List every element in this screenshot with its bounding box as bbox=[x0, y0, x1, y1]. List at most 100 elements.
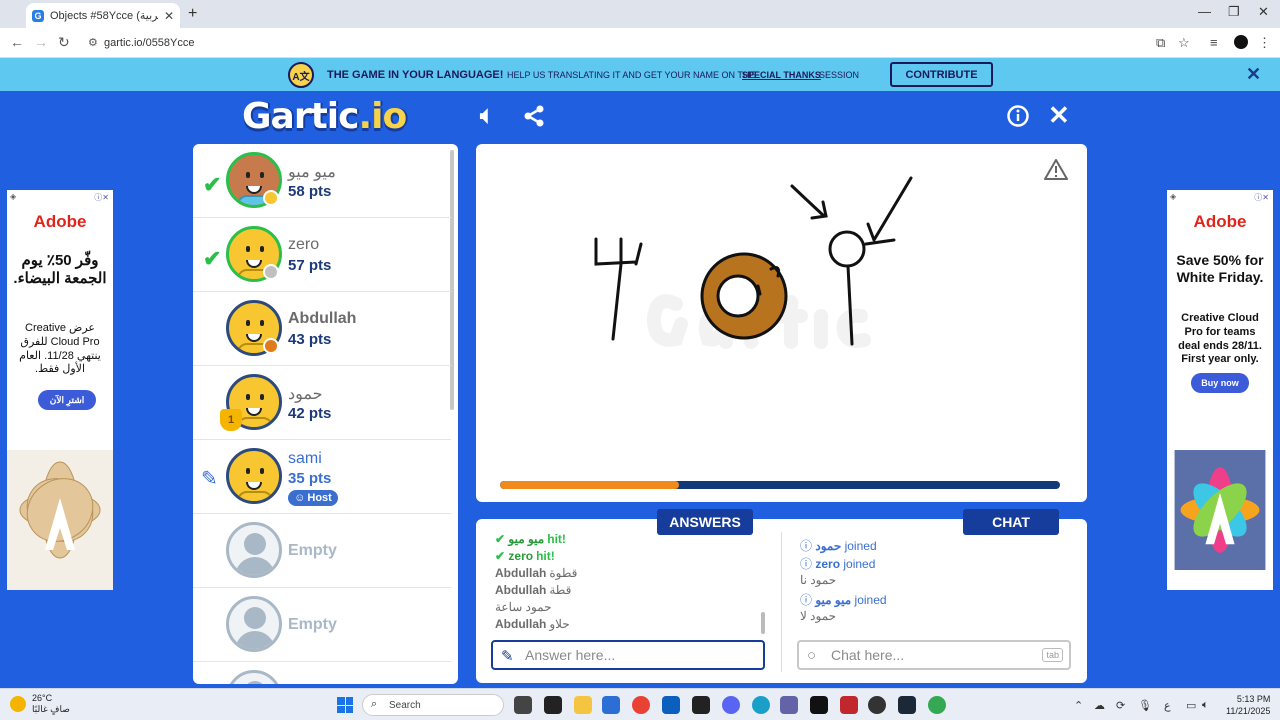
share-icon[interactable] bbox=[522, 104, 546, 128]
answer-row: Abdullah حلاو bbox=[495, 617, 765, 634]
report-warning-icon[interactable] bbox=[1044, 158, 1068, 180]
chat-input[interactable]: ○ Chat here... tab bbox=[797, 640, 1071, 670]
roblox-icon[interactable] bbox=[840, 696, 858, 714]
teams-icon[interactable] bbox=[780, 696, 798, 714]
forward-icon[interactable]: → bbox=[34, 34, 48, 50]
profile-avatar[interactable] bbox=[1234, 35, 1248, 49]
chat-author: حمود bbox=[815, 539, 842, 553]
sound-icon[interactable]: 🔈︎ bbox=[480, 102, 494, 130]
player-points: 43 pts bbox=[288, 331, 332, 348]
onedrive-icon[interactable]: ☁ bbox=[1094, 699, 1105, 712]
player-row: 1 حمود 42 pts bbox=[193, 366, 451, 440]
windows-start-icon[interactable] bbox=[337, 697, 353, 713]
panel-divider bbox=[781, 532, 782, 672]
answer-text: hit! bbox=[547, 532, 566, 546]
empty-slot: Empty bbox=[193, 588, 451, 662]
ad-shield-icon: ◈ bbox=[10, 192, 17, 201]
gartic-logo[interactable]: Gartic.io bbox=[242, 96, 407, 137]
weather-widget[interactable]: 26°C صافٍ غالبًا bbox=[10, 693, 70, 715]
minimize-icon[interactable]: — bbox=[1198, 4, 1211, 19]
chat-author: ميو ميو bbox=[815, 593, 852, 607]
adchoices-icon[interactable]: ⓘ✕ bbox=[94, 192, 109, 203]
answer-author: ميو ميو bbox=[508, 532, 545, 546]
player-badge-dot bbox=[263, 264, 279, 280]
ad-buy-button[interactable]: Buy now bbox=[1191, 373, 1249, 393]
url-field[interactable]: ⚙ gartic.io/0558Ycce bbox=[84, 32, 1204, 54]
outlook-icon[interactable] bbox=[662, 696, 680, 714]
url-text: gartic.io/0558Ycce bbox=[104, 37, 195, 49]
answer-text: حلاو bbox=[549, 617, 570, 631]
chat-header: CHAT bbox=[963, 509, 1059, 535]
exit-icon[interactable]: ✕ bbox=[1048, 100, 1070, 131]
chat-row: حمود نا bbox=[800, 573, 1070, 591]
translation-banner: A文 THE GAME IN YOUR LANGUAGE! HELP US TR… bbox=[0, 58, 1280, 91]
media-control-icon[interactable]: ≡ bbox=[1210, 35, 1218, 50]
search-icon: ⌕ bbox=[371, 698, 378, 710]
taskbar-search[interactable]: ⌕ Search bbox=[362, 694, 504, 716]
info-icon[interactable] bbox=[1007, 105, 1029, 127]
tray-overflow-icon[interactable]: ⌃ bbox=[1074, 699, 1083, 712]
answer-author: zero bbox=[508, 549, 534, 563]
obs-icon[interactable] bbox=[868, 696, 886, 714]
player-name: sami bbox=[288, 450, 322, 467]
epic-games-icon[interactable] bbox=[692, 696, 710, 714]
ad-body: Creative Cloud Pro for teams deal ends 2… bbox=[1178, 312, 1262, 366]
contribute-button[interactable]: CONTRIBUTE bbox=[890, 62, 993, 87]
close-tab-icon[interactable]: ✕ bbox=[164, 9, 174, 23]
chat-text: joined bbox=[854, 593, 887, 607]
answers-scrollbar[interactable] bbox=[761, 612, 765, 634]
drawing-canvas[interactable] bbox=[476, 144, 1087, 502]
chrome-icon[interactable] bbox=[632, 696, 650, 714]
discord-icon[interactable] bbox=[722, 696, 740, 714]
guessed-check-icon: ✔ bbox=[203, 246, 222, 271]
capcut-icon[interactable] bbox=[544, 696, 562, 714]
empty-label: Empty bbox=[288, 542, 337, 559]
windows-taskbar: 26°C صافٍ غالبًا ⌕ Search ⌃ ☁ ⟳ 🎙︎ ع ▭ 🔈︎… bbox=[0, 688, 1280, 720]
restore-icon[interactable]: ❐ bbox=[1228, 4, 1240, 20]
reload-icon[interactable]: ↻ bbox=[58, 34, 70, 51]
network-icon[interactable]: ▭ bbox=[1186, 699, 1196, 712]
guessed-check-icon: ✔ bbox=[203, 172, 222, 197]
close-banner-icon[interactable]: ✕ bbox=[1246, 64, 1261, 85]
edge-icon[interactable] bbox=[752, 696, 770, 714]
answer-placeholder: Answer here... bbox=[525, 647, 616, 663]
banner-text-after: SESSION bbox=[819, 70, 860, 80]
steam-icon[interactable] bbox=[898, 696, 916, 714]
browser-tab[interactable]: G Objects #58Ycce (العربية) - Gartic ✕ bbox=[26, 3, 180, 28]
back-icon[interactable]: ← bbox=[10, 34, 24, 50]
special-thanks-link[interactable]: SPECIAL THANKS bbox=[742, 70, 821, 80]
chrome-active-icon[interactable] bbox=[928, 696, 946, 714]
weather-sun-icon bbox=[10, 696, 26, 712]
ad-buy-button[interactable]: اشترِ الآن bbox=[38, 390, 96, 410]
store-icon[interactable] bbox=[602, 696, 620, 714]
system-clock[interactable]: 5:13 PM 11/21/2025 bbox=[1226, 693, 1270, 717]
answer-input[interactable]: ✎ Answer here... bbox=[491, 640, 765, 670]
address-bar-row: ← → ↻ ⚙ gartic.io/0558Ycce ⧉ ☆ ≡ ⋮ bbox=[0, 28, 1280, 58]
chat-text: حمود لا bbox=[800, 609, 837, 623]
close-window-icon[interactable]: ✕ bbox=[1258, 4, 1269, 20]
round-timer-fill bbox=[500, 481, 680, 489]
player-row: ✔ zero 57 pts bbox=[193, 218, 451, 292]
sync-icon[interactable]: ⟳ bbox=[1116, 699, 1125, 712]
ad-brand: Adobe bbox=[1193, 212, 1247, 231]
volume-icon[interactable]: 🔈︎ bbox=[1202, 699, 1209, 712]
site-info-icon[interactable]: ⚙ bbox=[88, 36, 98, 49]
gartic-favicon-icon: G bbox=[32, 9, 44, 22]
adchoices-icon[interactable]: ⓘ✕ bbox=[1254, 192, 1269, 203]
chat-row: ⓘ ميو ميو joined bbox=[800, 593, 887, 607]
language-indicator[interactable]: ع bbox=[1164, 699, 1171, 712]
install-icon[interactable]: ⧉ bbox=[1156, 35, 1165, 51]
file-explorer-icon[interactable] bbox=[574, 696, 592, 714]
capcut-app-icon[interactable] bbox=[810, 696, 828, 714]
new-tab-icon[interactable]: + bbox=[188, 5, 197, 23]
menu-kebab-icon[interactable]: ⋮ bbox=[1258, 35, 1271, 51]
bookmark-star-icon[interactable]: ☆ bbox=[1178, 35, 1190, 51]
mic-icon[interactable]: 🎙︎ bbox=[1138, 699, 1152, 712]
chat-list: ⓘ حمود joined ⓘ zero joined حمود نا ⓘ مي… bbox=[800, 537, 1070, 637]
player-badge-dot bbox=[263, 190, 279, 206]
left-ad[interactable]: ◈ ⓘ✕ Adobe وفّر 50٪ يوم الجمعة البيضاء. … bbox=[7, 190, 113, 590]
task-view-icon[interactable] bbox=[514, 696, 532, 714]
player-row: Abdullah 43 pts bbox=[193, 292, 451, 366]
right-ad[interactable]: ◈ ⓘ✕ Adobe Save 50% for White Friday. Cr… bbox=[1167, 190, 1273, 590]
ad-flower-image bbox=[1174, 450, 1266, 570]
